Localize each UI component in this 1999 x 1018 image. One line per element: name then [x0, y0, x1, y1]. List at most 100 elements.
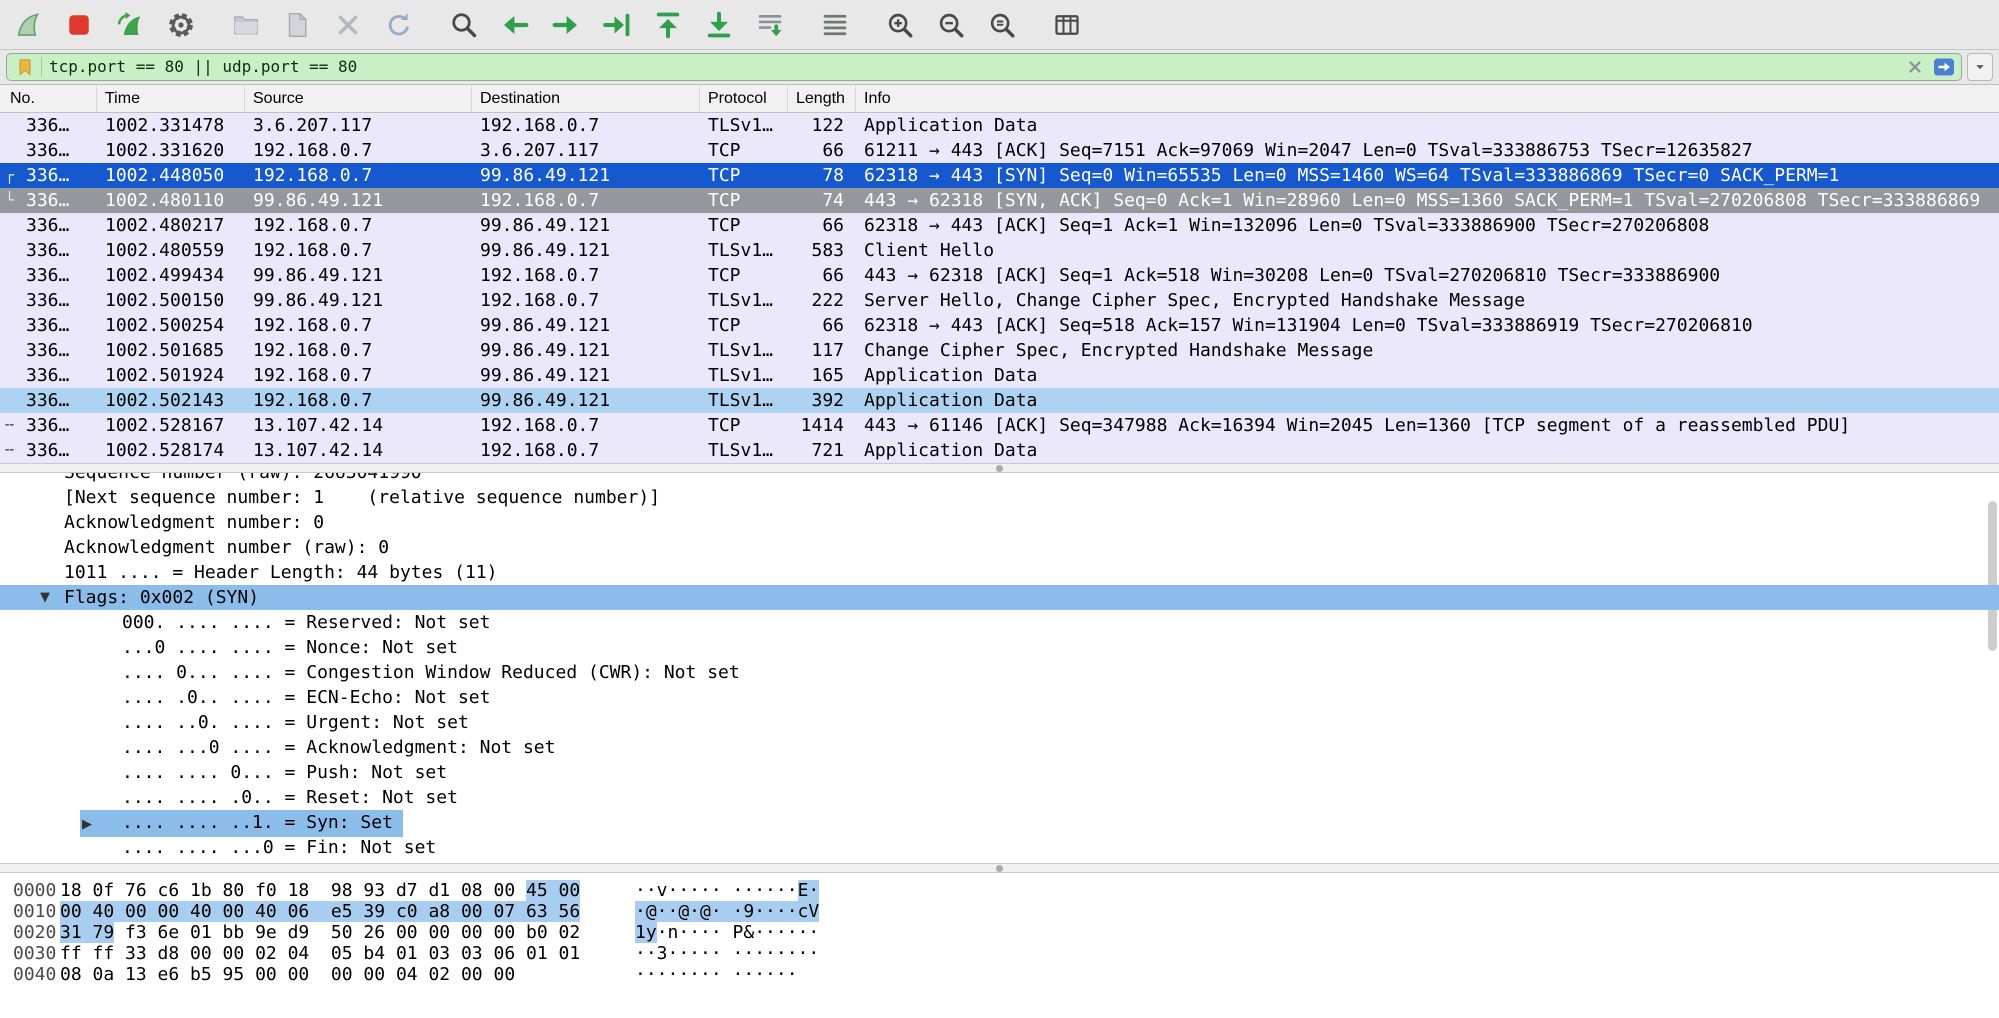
- column-header-length[interactable]: Length: [788, 85, 856, 112]
- hex-row[interactable]: 004008 0a 13 e6 b5 95 00 00 00 00 04 02 …: [0, 964, 1999, 985]
- detail-line[interactable]: 1011 .... = Header Length: 44 bytes (11): [0, 560, 1999, 585]
- packet-row[interactable]: └336…1002.48011099.86.49.121192.168.0.7T…: [0, 188, 1999, 213]
- display-filter-input[interactable]: tcp.port == 80 || udp.port == 80: [49, 54, 1898, 80]
- detail-line[interactable]: .... .... .0.. = Reset: Not set: [0, 785, 1999, 810]
- packet-cell-time: 1002.500254: [97, 313, 245, 338]
- expander-right-icon[interactable]: ▶: [80, 812, 122, 837]
- save-file-button[interactable]: [277, 6, 317, 44]
- packet-row[interactable]: ┌336…1002.448050192.168.0.799.86.49.121T…: [0, 163, 1999, 188]
- detail-line[interactable]: ...0 .... .... = Nonce: Not set: [0, 635, 1999, 660]
- packet-cell-protocol: TCP: [700, 163, 788, 188]
- auto-scroll-button[interactable]: [750, 6, 790, 44]
- hex-ascii: 1y·n···· P&······: [635, 922, 1999, 943]
- detail-line[interactable]: ▼Flags: 0x002 (SYN): [0, 585, 1999, 610]
- packet-row[interactable]: ╌336…1002.52817413.107.42.14192.168.0.7T…: [0, 438, 1999, 463]
- hex-row[interactable]: 001000 40 00 00 40 00 40 06 e5 39 c0 a8 …: [0, 901, 1999, 922]
- filter-dropdown-button[interactable]: [1967, 53, 1993, 81]
- hex-offset: 0020: [0, 922, 60, 943]
- column-header-time[interactable]: Time: [97, 85, 245, 112]
- hex-row[interactable]: 002031 79 f3 6e 01 bb 9e d9 50 26 00 00 …: [0, 922, 1999, 943]
- detail-line[interactable]: .... .0.. .... = ECN-Echo: Not set: [0, 685, 1999, 710]
- go-forward-button[interactable]: [546, 6, 586, 44]
- splitter-handle: [996, 465, 1003, 472]
- start-capture-button[interactable]: [8, 6, 48, 44]
- packet-cell-info: 61211 → 443 [ACK] Seq=7151 Ack=97069 Win…: [856, 138, 1999, 163]
- column-header-protocol[interactable]: Protocol: [700, 85, 788, 112]
- packet-cell-length: 122: [788, 113, 856, 138]
- packet-cell-source: 13.107.42.14: [245, 413, 472, 438]
- packet-cell-time: 1002.502143: [97, 388, 245, 413]
- close-file-button[interactable]: [328, 6, 368, 44]
- stop-capture-button[interactable]: [59, 6, 99, 44]
- packet-row[interactable]: 336…1002.49943499.86.49.121192.168.0.7TC…: [0, 263, 1999, 288]
- column-header-no[interactable]: No.: [0, 85, 97, 112]
- restart-capture-button[interactable]: [110, 6, 150, 44]
- packet-list-header: No.TimeSourceDestinationProtocolLengthIn…: [0, 85, 1999, 113]
- packet-cell-length: 78: [788, 163, 856, 188]
- zoom-in-button[interactable]: [880, 6, 920, 44]
- pane-splitter-top[interactable]: [0, 463, 1999, 473]
- arrow-bottom-icon: [704, 10, 734, 40]
- colorize-icon: [820, 10, 850, 40]
- fin-icon: [13, 10, 43, 40]
- open-file-button[interactable]: [226, 6, 266, 44]
- filter-bookmark-icon[interactable]: [15, 57, 35, 77]
- go-first-packet-button[interactable]: [648, 6, 688, 44]
- detail-line[interactable]: Acknowledgment number (raw): 0: [0, 535, 1999, 560]
- zoom-reset-icon: [987, 10, 1017, 40]
- detail-line[interactable]: Sequence number (raw): 2663041990: [0, 473, 1999, 485]
- zoom-reset-button[interactable]: [982, 6, 1022, 44]
- packet-row[interactable]: 336…1002.480559192.168.0.799.86.49.121TL…: [0, 238, 1999, 263]
- detail-line[interactable]: .... 0... .... = Congestion Window Reduc…: [0, 660, 1999, 685]
- packet-row[interactable]: 336…1002.480217192.168.0.799.86.49.121TC…: [0, 213, 1999, 238]
- expander-down-icon[interactable]: ▼: [40, 585, 50, 610]
- pane-splitter-bottom[interactable]: [0, 863, 1999, 873]
- find-packet-button[interactable]: [444, 6, 484, 44]
- resize-columns-button[interactable]: [1047, 6, 1087, 44]
- packet-cell-source: 192.168.0.7: [245, 138, 472, 163]
- hex-row[interactable]: 0030ff ff 33 d8 00 00 02 04 05 b4 01 03 …: [0, 943, 1999, 964]
- columns-icon: [1052, 10, 1082, 40]
- packet-cell-info: 62318 → 443 [ACK] Seq=1 Ack=1 Win=132096…: [856, 213, 1999, 238]
- capture-options-button[interactable]: [161, 6, 201, 44]
- detail-line[interactable]: Acknowledgment number: 0: [0, 510, 1999, 535]
- goto-icon: [602, 10, 632, 40]
- detail-line[interactable]: ▶.... .... ..1. = Syn: Set: [0, 810, 1999, 835]
- display-filter-field[interactable]: tcp.port == 80 || udp.port == 80: [6, 53, 1962, 81]
- column-header-source[interactable]: Source: [245, 85, 472, 112]
- packet-cell-time: 1002.480217: [97, 213, 245, 238]
- column-header-destination[interactable]: Destination: [472, 85, 700, 112]
- packet-cell-length: 583: [788, 238, 856, 263]
- zoom-out-button[interactable]: [931, 6, 971, 44]
- gear-icon: [166, 10, 196, 40]
- packet-row[interactable]: 336…1002.50015099.86.49.121192.168.0.7TL…: [0, 288, 1999, 313]
- go-last-packet-button[interactable]: [699, 6, 739, 44]
- filter-clear-icon[interactable]: [1904, 56, 1926, 78]
- column-header-info[interactable]: Info: [856, 85, 1999, 112]
- packet-row[interactable]: 336…1002.502143192.168.0.799.86.49.121TL…: [0, 388, 1999, 413]
- detail-line[interactable]: .... .... ...0 = Fin: Not set: [0, 835, 1999, 860]
- colorize-packets-button[interactable]: [815, 6, 855, 44]
- reload-file-button[interactable]: [379, 6, 419, 44]
- packet-cell-length: 66: [788, 138, 856, 163]
- detail-line[interactable]: [Next sequence number: 1 (relative seque…: [0, 485, 1999, 510]
- detail-line[interactable]: 000. .... .... = Reserved: Not set: [0, 610, 1999, 635]
- hex-row[interactable]: 000018 0f 76 c6 1b 80 f0 18 98 93 d7 d1 …: [0, 880, 1999, 901]
- go-back-button[interactable]: [495, 6, 535, 44]
- packet-row[interactable]: ╌336…1002.52816713.107.42.14192.168.0.7T…: [0, 413, 1999, 438]
- packet-cell-time: 1002.528167: [97, 413, 245, 438]
- packet-row[interactable]: 336…1002.500254192.168.0.799.86.49.121TC…: [0, 313, 1999, 338]
- filter-apply-icon[interactable]: [1932, 55, 1956, 79]
- detail-line[interactable]: .... ..0. .... = Urgent: Not set: [0, 710, 1999, 735]
- packet-cell-length: 721: [788, 438, 856, 463]
- go-to-packet-button[interactable]: [597, 6, 637, 44]
- detail-line[interactable]: .... ...0 .... = Acknowledgment: Not set: [0, 735, 1999, 760]
- arrow-left-icon: [500, 10, 530, 40]
- packet-row[interactable]: 336…1002.501685192.168.0.799.86.49.121TL…: [0, 338, 1999, 363]
- packet-row[interactable]: 336…1002.501924192.168.0.799.86.49.121TL…: [0, 363, 1999, 388]
- reload-icon: [384, 10, 414, 40]
- packet-row[interactable]: 336…1002.3314783.6.207.117192.168.0.7TLS…: [0, 113, 1999, 138]
- detail-line[interactable]: .... .... 0... = Push: Not set: [0, 760, 1999, 785]
- detail-text: 1011 .... = Header Length: 44 bytes (11): [64, 562, 497, 583]
- packet-row[interactable]: 336…1002.331620192.168.0.73.6.207.117TCP…: [0, 138, 1999, 163]
